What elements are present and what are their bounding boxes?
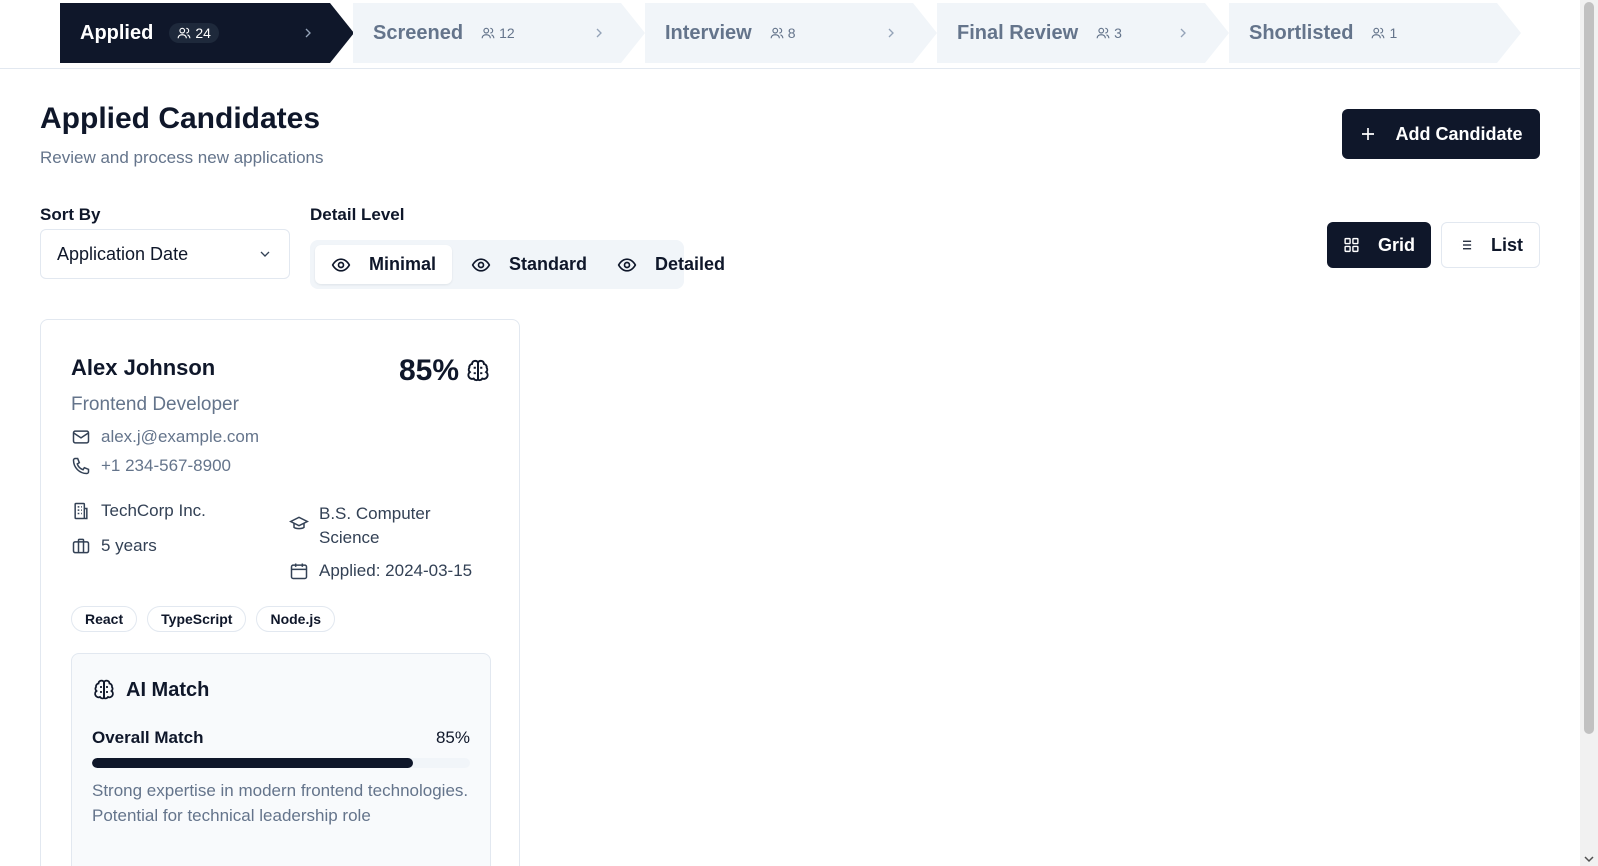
overall-match-label: Overall Match	[92, 728, 204, 747]
email-row: alex.j@example.com	[71, 427, 259, 447]
graduation-cap-icon	[289, 516, 309, 530]
stage-name: Interview	[665, 21, 752, 44]
users-icon	[481, 26, 495, 40]
users-icon	[1371, 26, 1385, 40]
detail-level-toggle: Minimal Standard Detailed	[310, 240, 725, 289]
eye-icon	[617, 257, 637, 272]
sort-by-value: Application Date	[57, 243, 189, 264]
page-title: Applied Candidates	[40, 102, 321, 135]
stage-count: 8	[787, 25, 796, 41]
skill-tag: React	[71, 606, 138, 632]
education-row: B.S. Computer Science	[289, 502, 459, 550]
detail-level-label: Detail Level	[310, 205, 405, 224]
users-icon	[1096, 26, 1110, 40]
scrollbar-thumb[interactable]	[1584, 2, 1594, 734]
candidate-email[interactable]: alex.j@example.com	[101, 427, 259, 447]
eye-icon	[471, 257, 491, 272]
stage-count: 12	[499, 25, 515, 41]
list-view-button[interactable]: List	[1441, 222, 1540, 268]
overall-match-bar	[92, 758, 470, 768]
skills-list: React TypeScript Node.js	[71, 606, 336, 632]
ai-match-panel: AI Match Overall Match 85% Strong expert…	[71, 653, 491, 866]
pipeline-stepper: Applied 24 Screened 12 Interview 8 Final…	[0, 0, 1580, 69]
ai-match-title: AI Match	[126, 678, 210, 701]
stage-count-badge: 8	[770, 25, 796, 41]
detail-option-label: Standard	[509, 254, 588, 274]
stage-count-badge: 1	[1371, 25, 1397, 41]
skill-tag: Node.js	[256, 606, 336, 632]
candidate-company: TechCorp Inc.	[101, 501, 206, 520]
detail-option-label: Minimal	[369, 254, 437, 274]
detail-detailed-option[interactable]: Detailed	[601, 245, 741, 284]
candidate-education: B.S. Computer Science	[319, 504, 431, 547]
brain-icon	[94, 679, 114, 700]
stage-count-badge: 12	[481, 25, 515, 41]
candidate-card[interactable]: Alex Johnson Frontend Developer 85% alex…	[40, 319, 520, 866]
users-icon	[177, 26, 191, 40]
add-candidate-label: Add Candidate	[1395, 123, 1523, 144]
briefcase-icon	[72, 538, 90, 554]
experience-row: 5 years	[71, 536, 157, 556]
stage-count: 3	[1114, 25, 1122, 41]
stage-applied[interactable]: Applied 24	[60, 3, 354, 63]
candidate-experience: 5 years	[101, 536, 157, 555]
stage-count: 1	[1389, 25, 1398, 41]
overall-match-bar-fill	[92, 758, 414, 768]
stage-count-badge: 3	[1096, 25, 1122, 41]
match-score: 85%	[398, 354, 459, 387]
stage-name: Screened	[373, 21, 464, 44]
scroll-down-arrow-icon[interactable]	[1584, 854, 1594, 864]
stage-count-badge: 24	[169, 23, 219, 43]
phone-row: +1 234-567-8900	[71, 456, 231, 476]
detail-minimal-option[interactable]: Minimal	[315, 245, 453, 284]
chevron-right-icon	[883, 25, 899, 41]
candidate-role: Frontend Developer	[71, 394, 239, 415]
page-subtitle: Review and process new applications	[40, 148, 324, 167]
detail-option-label: Detailed	[655, 254, 726, 274]
calendar-icon	[290, 563, 308, 580]
chevron-right-icon	[1175, 25, 1191, 41]
list-view-label: List	[1490, 234, 1523, 255]
ai-match-description: Strong expertise in modern frontend tech…	[92, 781, 469, 825]
applied-date-row: Applied: 2024-03-15	[289, 561, 472, 581]
stage-screened[interactable]: Screened 12	[353, 3, 645, 63]
brain-icon	[467, 359, 489, 382]
skill-tag: TypeScript	[147, 606, 247, 632]
mail-icon	[72, 430, 90, 444]
grid-view-label: Grid	[1377, 234, 1415, 255]
stage-count: 24	[195, 25, 211, 41]
grid-icon	[1344, 237, 1359, 253]
overall-match-value: 85%	[435, 728, 470, 747]
detail-standard-option[interactable]: Standard	[455, 245, 603, 284]
stage-name: Applied	[80, 21, 154, 44]
users-icon	[770, 26, 784, 40]
candidate-name: Alex Johnson	[71, 355, 216, 380]
chevron-right-icon	[300, 25, 316, 41]
plus-icon	[1362, 128, 1375, 140]
list-icon	[1459, 240, 1472, 250]
candidate-applied-date: Applied: 2024-03-15	[319, 561, 473, 580]
candidate-phone[interactable]: +1 234-567-8900	[101, 456, 231, 476]
stage-name: Shortlisted	[1249, 21, 1354, 44]
sort-by-select[interactable]: Application Date	[40, 229, 290, 279]
stage-shortlisted[interactable]: Shortlisted 1	[1229, 3, 1521, 63]
eye-icon	[331, 257, 351, 272]
phone-icon	[72, 457, 90, 475]
stage-final-review[interactable]: Final Review 3	[937, 3, 1229, 63]
vertical-scrollbar[interactable]	[1580, 0, 1598, 866]
company-row: TechCorp Inc.	[71, 501, 206, 521]
stage-name: Final Review	[957, 21, 1079, 44]
building-icon	[74, 502, 88, 520]
add-candidate-button[interactable]: Add Candidate	[1342, 109, 1540, 159]
chevron-down-icon	[260, 251, 270, 257]
chevron-right-icon	[591, 25, 607, 41]
sort-by-label: Sort By	[40, 205, 101, 224]
stage-interview[interactable]: Interview 8	[645, 3, 937, 63]
ai-match-header: AI Match	[92, 678, 209, 702]
grid-view-button[interactable]: Grid	[1327, 222, 1431, 268]
